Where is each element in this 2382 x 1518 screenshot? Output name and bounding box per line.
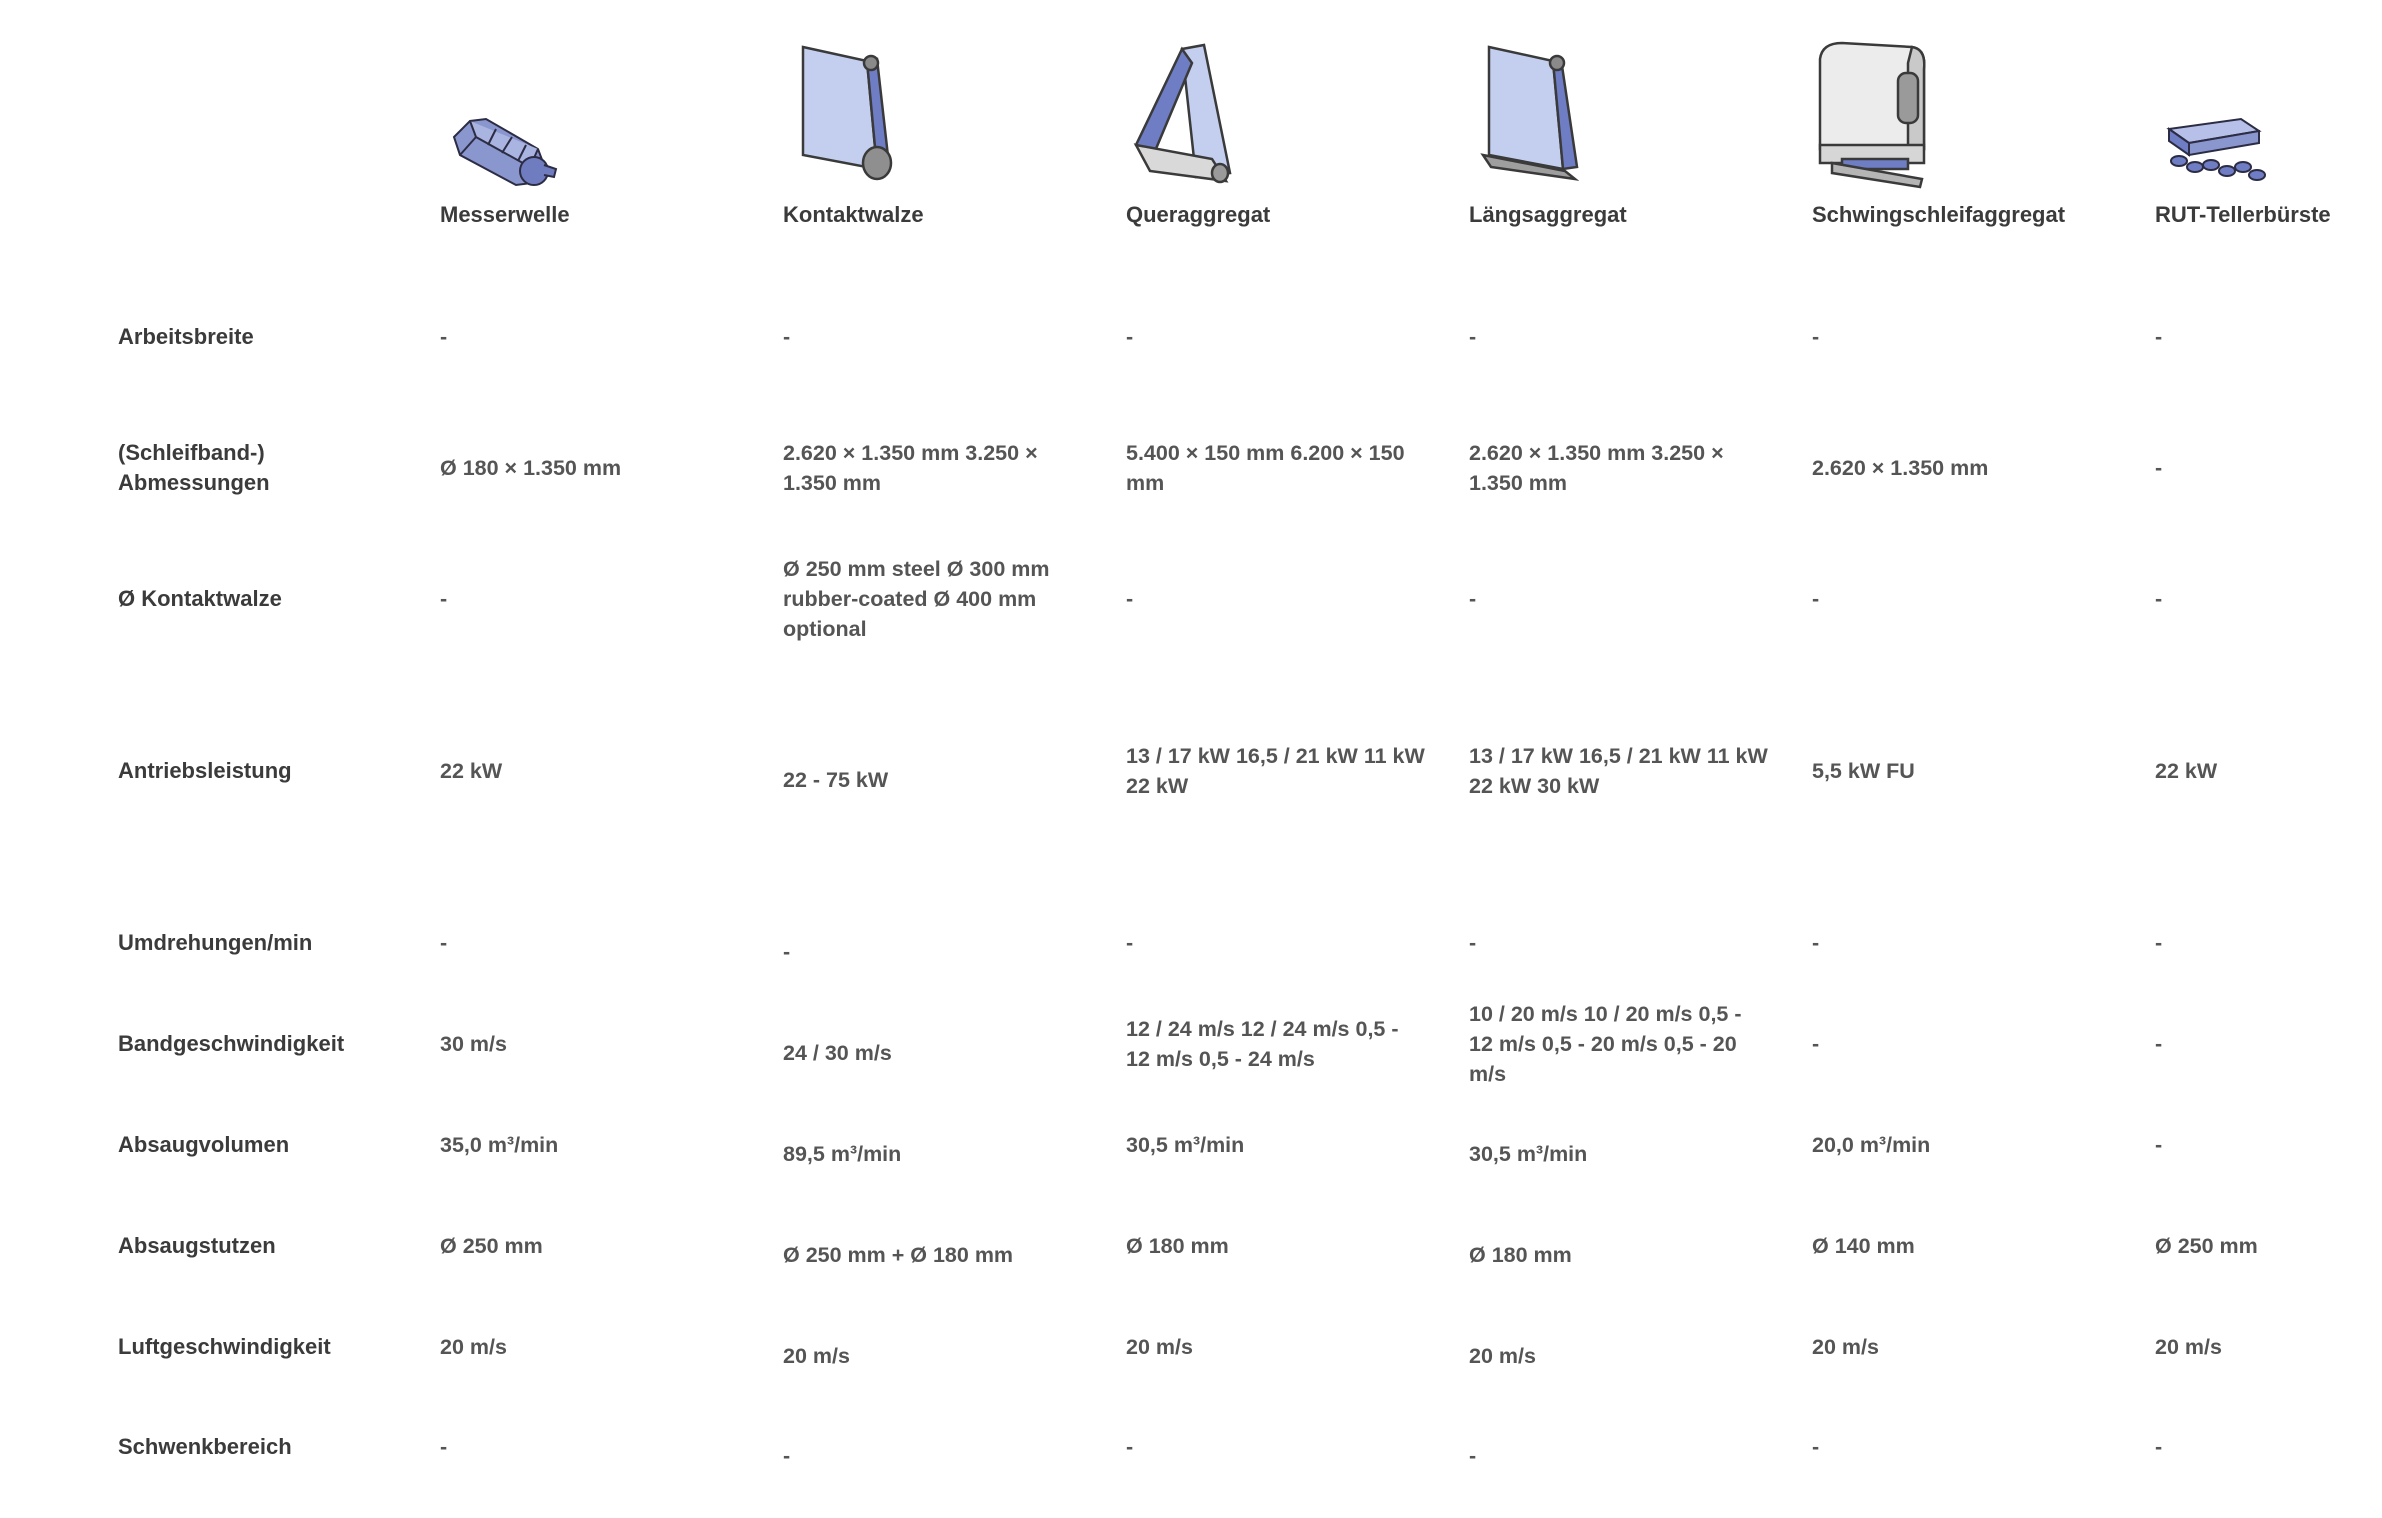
table-cell: 35,0 m³/min	[440, 1133, 559, 1157]
table-cell: -	[1469, 931, 1477, 955]
table-cell: 2.620 × 1.350 mm 3.250 × 1.350 mm	[1469, 441, 1724, 495]
column-name: Messerwelle	[440, 202, 570, 227]
oscillating-sander-icon	[1812, 39, 1932, 194]
table-cell: -	[1469, 587, 1477, 611]
table-cell: 22 kW	[2155, 759, 2218, 783]
table-cell: -	[1812, 587, 1820, 611]
knife-shaft-icon	[440, 99, 560, 194]
row-label: Arbeitsbreite	[118, 324, 254, 349]
table-cell: -	[2155, 325, 2163, 349]
table-cell: Ø 180 × 1.350 mm	[440, 456, 622, 480]
table-cell: -	[1126, 325, 1134, 349]
column-name: Schwingschleifaggregat	[1812, 202, 2066, 227]
table-cell: 2.620 × 1.350 mm 3.250 × 1.350 mm	[783, 441, 1038, 495]
table-cell: Ø 250 mm steel Ø 300 mm rubber-coated Ø …	[783, 557, 1050, 641]
table-cell: -	[1469, 1444, 1477, 1468]
table-cell: Ø 250 mm + Ø 180 mm	[783, 1243, 1014, 1267]
table-cell: 24 / 30 m/s	[783, 1041, 892, 1065]
disc-brush-icon	[2155, 109, 2270, 194]
table-cell: Ø 180 mm	[1126, 1234, 1229, 1258]
table-cell: Ø 180 mm	[1469, 1243, 1572, 1267]
table-cell: 20 m/s	[440, 1335, 507, 1359]
table-cell: -	[1126, 1435, 1134, 1459]
table-cell: 20 m/s	[1469, 1344, 1536, 1368]
column-name: RUT-Tellerbürste	[2155, 202, 2331, 227]
row-label: Bandgeschwindigkeit	[118, 1031, 345, 1056]
table-cell: -	[440, 1435, 448, 1459]
table-cell: 20,0 m³/min	[1812, 1133, 1931, 1157]
row-label: Antriebsleistung	[118, 758, 292, 783]
spec-comparison-table: Messerwelle Kontaktwalze Queraggregat Lä…	[0, 0, 2382, 1518]
column-name: Kontaktwalze	[783, 202, 924, 227]
table-cell: 5,5 kW FU	[1812, 759, 1915, 783]
table-cell: -	[440, 931, 448, 955]
table-cell: -	[1126, 587, 1134, 611]
row-label: (Schleifband-) Abmessungen	[118, 440, 270, 495]
row-label: Absaugstutzen	[118, 1233, 276, 1258]
table-cell: 30,5 m³/min	[1469, 1142, 1588, 1166]
column-header-schwingschleifaggregat: Schwingschleifaggregat	[1812, 0, 2152, 260]
column-header-queraggregat: Queraggregat	[1126, 0, 1466, 260]
column-header-kontaktwalze: Kontaktwalze	[783, 0, 1123, 260]
table-cell: -	[1812, 931, 1820, 955]
table-cell: 13 / 17 kW 16,5 / 21 kW 11 kW 22 kW 30 k…	[1469, 744, 1768, 798]
table-cell: 12 / 24 m/s 12 / 24 m/s 0,5 - 12 m/s 0,5…	[1126, 1017, 1399, 1071]
cross-unit-icon	[1126, 39, 1246, 194]
longitudinal-unit-icon	[1469, 39, 1580, 194]
table-cell: -	[2155, 1435, 2163, 1459]
table-cell: 20 m/s	[2155, 1335, 2222, 1359]
table-cell: -	[2155, 1032, 2163, 1056]
table-cell: -	[1812, 1032, 1820, 1056]
row-label: Schwenkbereich	[118, 1434, 292, 1459]
row-label: Absaugvolumen	[118, 1132, 290, 1157]
table-cell: Ø 140 mm	[1812, 1234, 1915, 1258]
table-cell: 10 / 20 m/s 10 / 20 m/s 0,5 - 12 m/s 0,5…	[1469, 1002, 1742, 1086]
row-label: Umdrehungen/min	[118, 930, 313, 955]
table-cell: 20 m/s	[783, 1344, 850, 1368]
row-label: Ø Kontaktwalze	[118, 586, 282, 611]
contact-roller-icon	[783, 39, 893, 194]
table-cell: 5.400 × 150 mm 6.200 × 150 mm	[1126, 441, 1405, 495]
table-cell: Ø 250 mm	[2155, 1234, 2258, 1258]
table-cell: -	[1126, 931, 1134, 955]
table-cell: -	[1812, 325, 1820, 349]
row-label: Luftgeschwindigkeit	[118, 1334, 331, 1359]
table-cell: 30,5 m³/min	[1126, 1133, 1245, 1157]
table-cell: Ø 250 mm	[440, 1234, 543, 1258]
table-cell: 13 / 17 kW 16,5 / 21 kW 11 kW 22 kW	[1126, 744, 1425, 798]
table-cell: -	[2155, 587, 2163, 611]
table-cell: 22 kW	[440, 759, 503, 783]
table-cell: -	[783, 1444, 791, 1468]
table-cell: -	[783, 940, 791, 964]
table-cell: -	[1812, 1435, 1820, 1459]
table-cell: -	[440, 325, 448, 349]
table-cell: -	[783, 325, 791, 349]
table-cell: 22 - 75 kW	[783, 768, 889, 792]
table-cell: 89,5 m³/min	[783, 1142, 902, 1166]
table-cell: -	[2155, 931, 2163, 955]
table-cell: 30 m/s	[440, 1032, 507, 1056]
column-header-rut-tellerbuerste: RUT-Tellerbürste	[2155, 0, 2382, 260]
column-name: Queraggregat	[1126, 202, 1271, 227]
table-cell: 20 m/s	[1126, 1335, 1193, 1359]
table-cell: -	[440, 587, 448, 611]
column-name: Längsaggregat	[1469, 202, 1627, 227]
column-header-messerwelle: Messerwelle	[440, 0, 780, 260]
table-cell: -	[2155, 456, 2163, 480]
table-cell: 2.620 × 1.350 mm	[1812, 456, 1989, 480]
column-header-laengsaggregat: Längsaggregat	[1469, 0, 1809, 260]
table-cell: 20 m/s	[1812, 1335, 1879, 1359]
table-cell: -	[1469, 325, 1477, 349]
table-cell: -	[2155, 1133, 2163, 1157]
